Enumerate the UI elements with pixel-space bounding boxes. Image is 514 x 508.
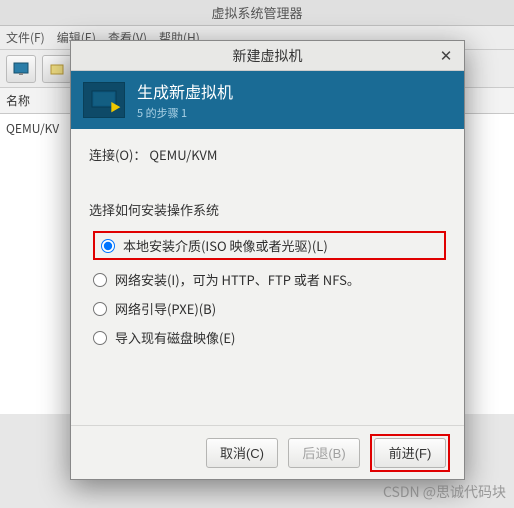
dialog-button-row: 取消(C) 后退(B) 前进(F) (71, 425, 464, 479)
radio-import-disk[interactable]: 导入现有磁盘映像(E) (93, 328, 446, 347)
open-icon (50, 62, 64, 76)
watermark: CSDN @思诚代码块 (383, 482, 506, 502)
radio-pxe[interactable]: 网络引导(PXE)(B) (93, 299, 446, 318)
dialog-titlebar: 新建虚拟机 ✕ (71, 41, 464, 71)
radio-network-install[interactable]: 网络安装(I)，可为 HTTP、FTP 或者 NFS。 (93, 270, 446, 289)
close-icon: ✕ (440, 45, 453, 66)
parent-window-title: 虚拟系统管理器 (0, 0, 514, 26)
install-method-radios: 本地安装介质(ISO 映像或者光驱)(L) 网络安装(I)，可为 HTTP、FT… (89, 231, 446, 347)
radio-pxe-input[interactable] (93, 302, 107, 316)
cancel-button[interactable]: 取消(C) (206, 438, 278, 468)
new-vm-dialog: 新建虚拟机 ✕ 生成新虚拟机 5 的步骤 1 连接(O)： QEMU/KVM 选… (70, 40, 465, 480)
radio-local-iso-input[interactable] (101, 239, 115, 253)
monitor-icon (13, 62, 29, 76)
computer-icon (83, 82, 125, 118)
radio-local-iso-label: 本地安装介质(ISO 映像或者光驱)(L) (123, 236, 328, 255)
radio-import-disk-label: 导入现有磁盘映像(E) (115, 328, 235, 347)
open-vm-toolbar-button[interactable] (42, 55, 72, 83)
menu-file[interactable]: 文件(F) (6, 29, 45, 46)
radio-network-install-input[interactable] (93, 273, 107, 287)
banner-title: 生成新虚拟机 (137, 79, 233, 103)
new-vm-toolbar-button[interactable] (6, 55, 36, 83)
dialog-title: 新建虚拟机 (233, 46, 303, 66)
forward-highlight: 前进(F) (370, 434, 450, 472)
radio-import-disk-input[interactable] (93, 331, 107, 345)
radio-local-iso[interactable]: 本地安装介质(ISO 映像或者光驱)(L) (93, 231, 446, 260)
dialog-banner: 生成新虚拟机 5 的步骤 1 (71, 71, 464, 129)
back-button[interactable]: 后退(B) (288, 438, 360, 468)
dialog-body: 连接(O)： QEMU/KVM 选择如何安装操作系统 本地安装介质(ISO 映像… (71, 129, 464, 425)
banner-step: 5 的步骤 1 (137, 105, 233, 121)
forward-button[interactable]: 前进(F) (374, 438, 446, 468)
radio-pxe-label: 网络引导(PXE)(B) (115, 299, 216, 318)
radio-network-install-label: 网络安装(I)，可为 HTTP、FTP 或者 NFS。 (115, 270, 360, 289)
install-method-label: 选择如何安装操作系统 (89, 200, 446, 219)
close-button[interactable]: ✕ (436, 45, 456, 65)
connection-label: 连接(O)： QEMU/KVM (89, 145, 446, 164)
